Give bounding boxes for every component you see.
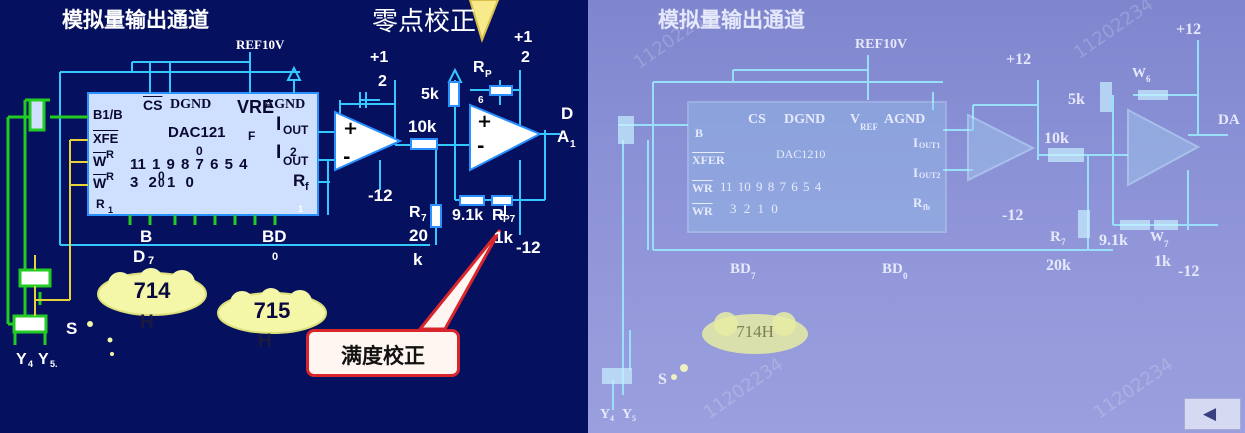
right-y5-sub: 5 <box>632 414 636 423</box>
right-y4-sub: 4 <box>610 414 614 423</box>
back-button[interactable]: ◀ <box>1184 398 1241 430</box>
slide-root: + - + - 模拟量输出通道 REF10V 零点校正 B1/B CS DGND… <box>0 0 1245 433</box>
right-y4-label: Y <box>600 407 611 422</box>
right-y5-label: Y <box>622 407 633 422</box>
cloud-dots <box>87 321 114 356</box>
full-scale-adjust-callout: 满度校正 <box>306 329 460 377</box>
left-schematic-panel: + - + - 模拟量输出通道 REF10V 零点校正 B1/B CS DGND… <box>0 0 588 433</box>
full-scale-adjust-label: 满度校正 <box>341 344 425 368</box>
right-s-label: S <box>658 371 667 388</box>
right-photo-panel: 模拟量输出通道 REF10V +12 +12 5k W 6 DA 10k B C… <box>588 0 1245 433</box>
back-arrow-icon: ◀ <box>1203 404 1217 424</box>
